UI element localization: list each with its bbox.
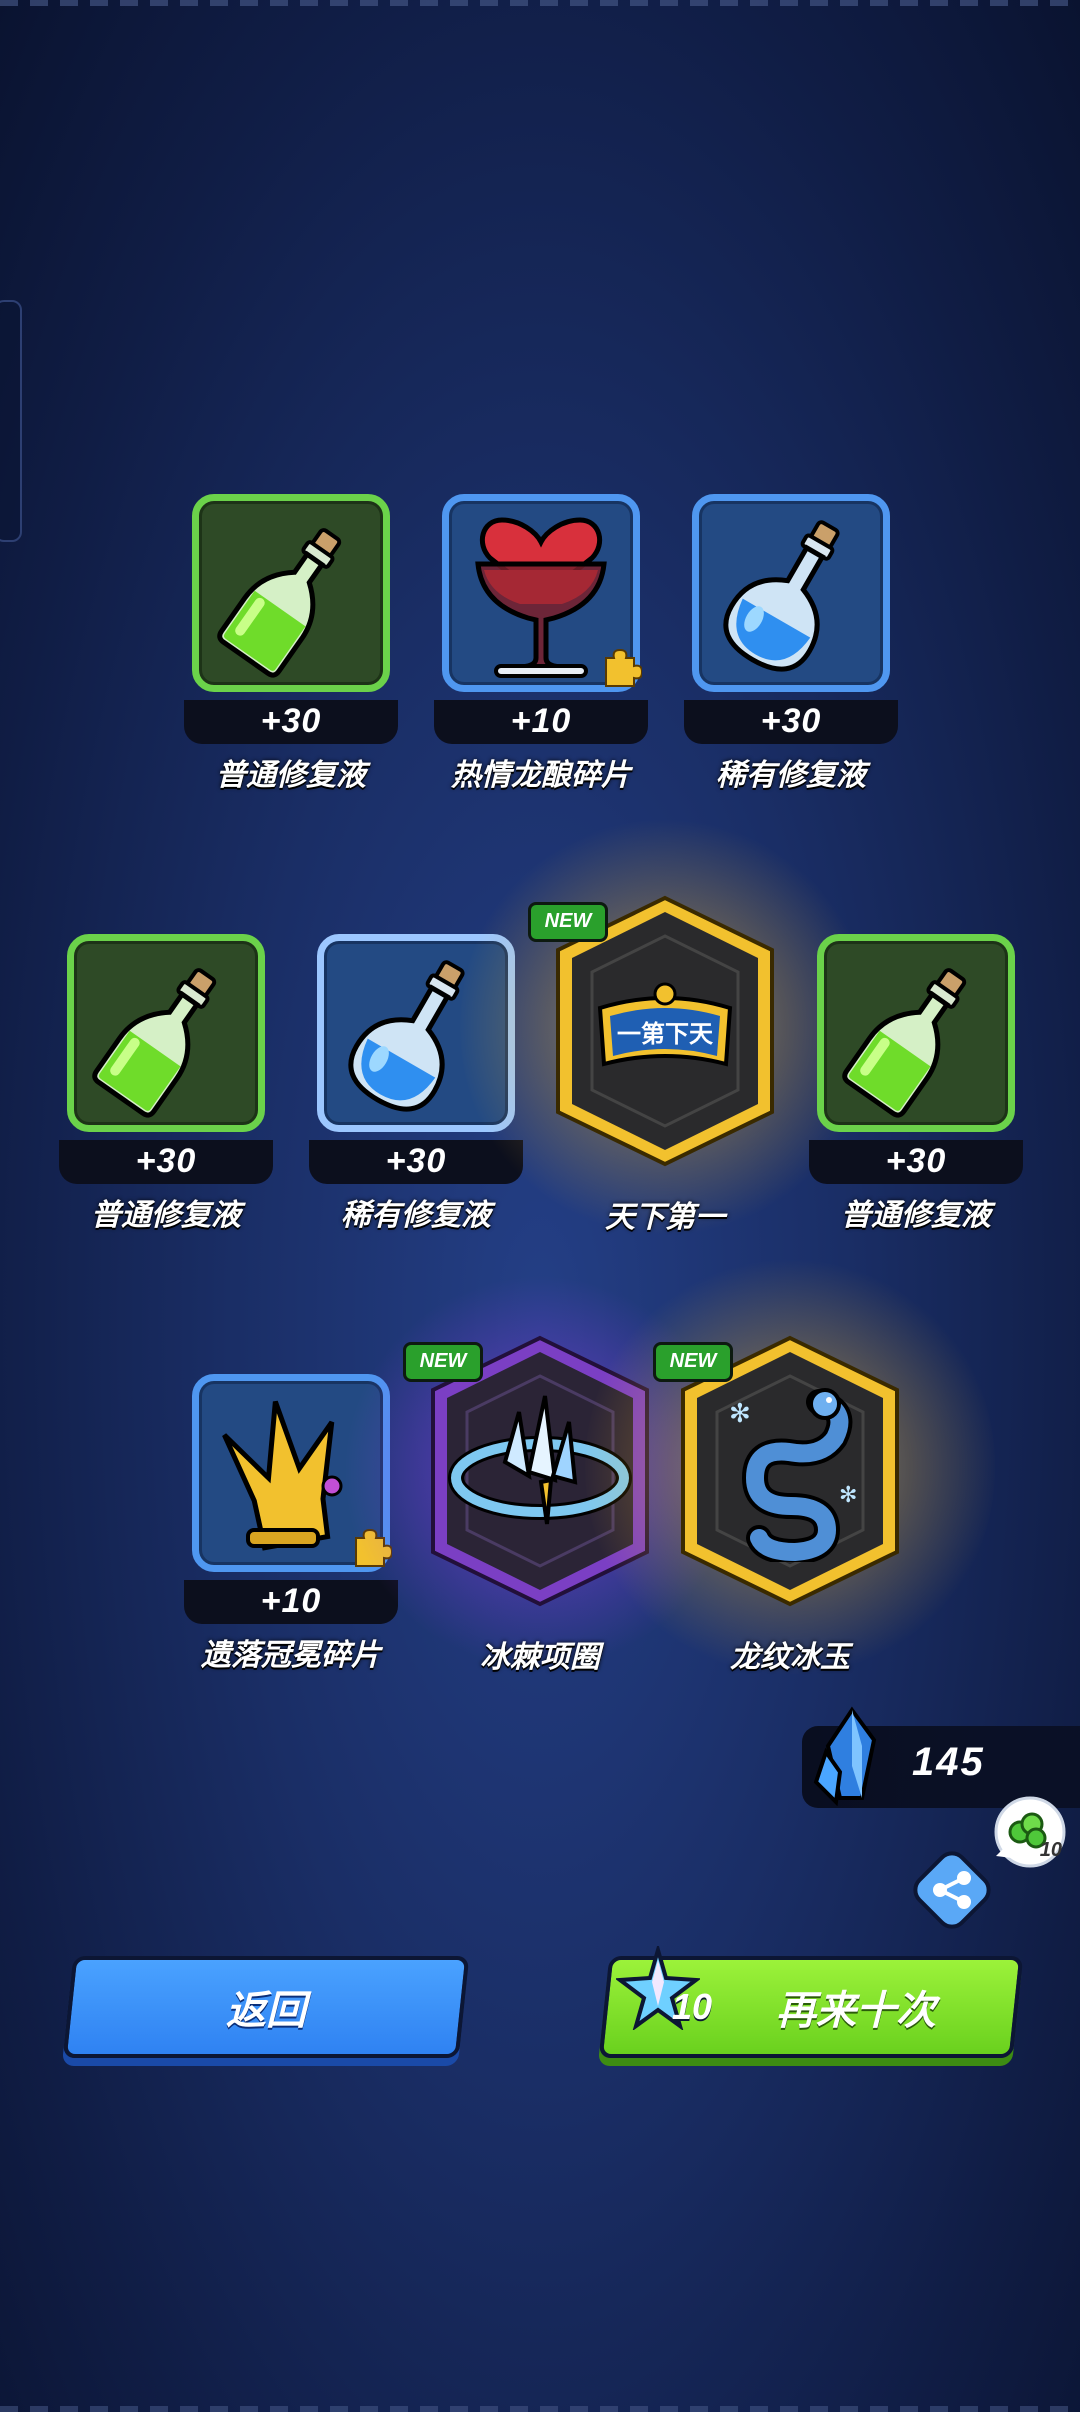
item-count: +30	[59, 1140, 273, 1184]
item-name: 冰棘项圈	[480, 1641, 600, 1674]
blue-potion-icon	[348, 960, 465, 1112]
plaque-text: 一第下天	[617, 1020, 713, 1048]
crystal-amount: 145	[912, 1740, 985, 1784]
reward-item[interactable]: +30 稀有修复液	[684, 494, 898, 792]
reward-item[interactable]: +30 普通修复液	[59, 934, 273, 1232]
new-badge: NEW	[653, 1342, 733, 1382]
item-name: 普通修复液	[216, 759, 366, 792]
item-count: +30	[309, 1140, 523, 1184]
top-border	[0, 0, 1080, 6]
item-name: 稀有修复液	[341, 1199, 491, 1232]
item-card: +30	[684, 494, 898, 744]
item-count: +10	[434, 700, 648, 744]
svg-text:✻: ✻	[839, 1482, 857, 1507]
green-potion-icon	[92, 968, 217, 1118]
back-button-label: 返回	[226, 1989, 306, 2033]
svg-text:✻: ✻	[729, 1398, 751, 1428]
reward-item[interactable]: +10 遗落冠冕碎片	[184, 1374, 398, 1672]
item-name: 普通修复液	[91, 1199, 241, 1232]
item-name: 遗落冠冕碎片	[201, 1639, 381, 1672]
reward-item[interactable]: +30 稀有修复液	[309, 934, 523, 1232]
reward-bubble[interactable]: 10	[990, 1796, 1066, 1872]
item-name: 热情龙酿碎片	[451, 759, 631, 792]
draw-ten-again-label: 再来十次	[776, 1989, 936, 2033]
reward-item[interactable]: +10 热情龙酿碎片	[434, 494, 648, 792]
item-count: +10	[184, 1580, 398, 1624]
fragment-puzzle-icon	[355, 1528, 392, 1567]
item-card: +30	[59, 934, 273, 1184]
item-card: +30	[809, 934, 1023, 1184]
item-name: 普通修复液	[841, 1199, 991, 1232]
new-badge: NEW	[403, 1342, 483, 1382]
new-badge: NEW	[528, 902, 608, 942]
fragment-puzzle-icon	[605, 648, 642, 687]
item-card: +10	[184, 1374, 398, 1624]
blue-potion-icon	[723, 520, 840, 672]
green-potion-icon	[217, 528, 342, 678]
green-potion-icon	[842, 968, 967, 1118]
item-card: +10	[434, 494, 648, 744]
item-card: +30	[309, 934, 523, 1184]
item-card: +30	[184, 494, 398, 744]
bubble-count: 10	[1039, 1839, 1062, 1861]
reward-item[interactable]: +30 普通修复液	[809, 934, 1023, 1232]
reward-item[interactable]: +30 普通修复液	[184, 494, 398, 792]
item-name: 龙纹冰玉	[730, 1641, 850, 1674]
item-name: 稀有修复液	[716, 759, 866, 792]
item-count: +30	[684, 700, 898, 744]
spiked-collar-icon	[448, 1395, 632, 1525]
back-button[interactable]: 返回	[62, 1956, 470, 2058]
item-count: +30	[809, 1140, 1023, 1184]
draw-ten-again-button[interactable]: 10 再来十次	[598, 1946, 1024, 2058]
share-icon[interactable]	[908, 1846, 996, 1934]
bottom-border	[0, 2406, 1080, 2412]
side-tab[interactable]	[0, 300, 22, 542]
crystal-icon	[813, 1706, 877, 1806]
item-count: +30	[184, 700, 398, 744]
draw-cost: 10	[672, 1986, 713, 2027]
ice-dragon-icon: ✻ ✻	[729, 1388, 857, 1562]
item-name: 天下第一	[605, 1201, 725, 1234]
title-plaque-icon: 一第下天	[597, 982, 733, 1067]
